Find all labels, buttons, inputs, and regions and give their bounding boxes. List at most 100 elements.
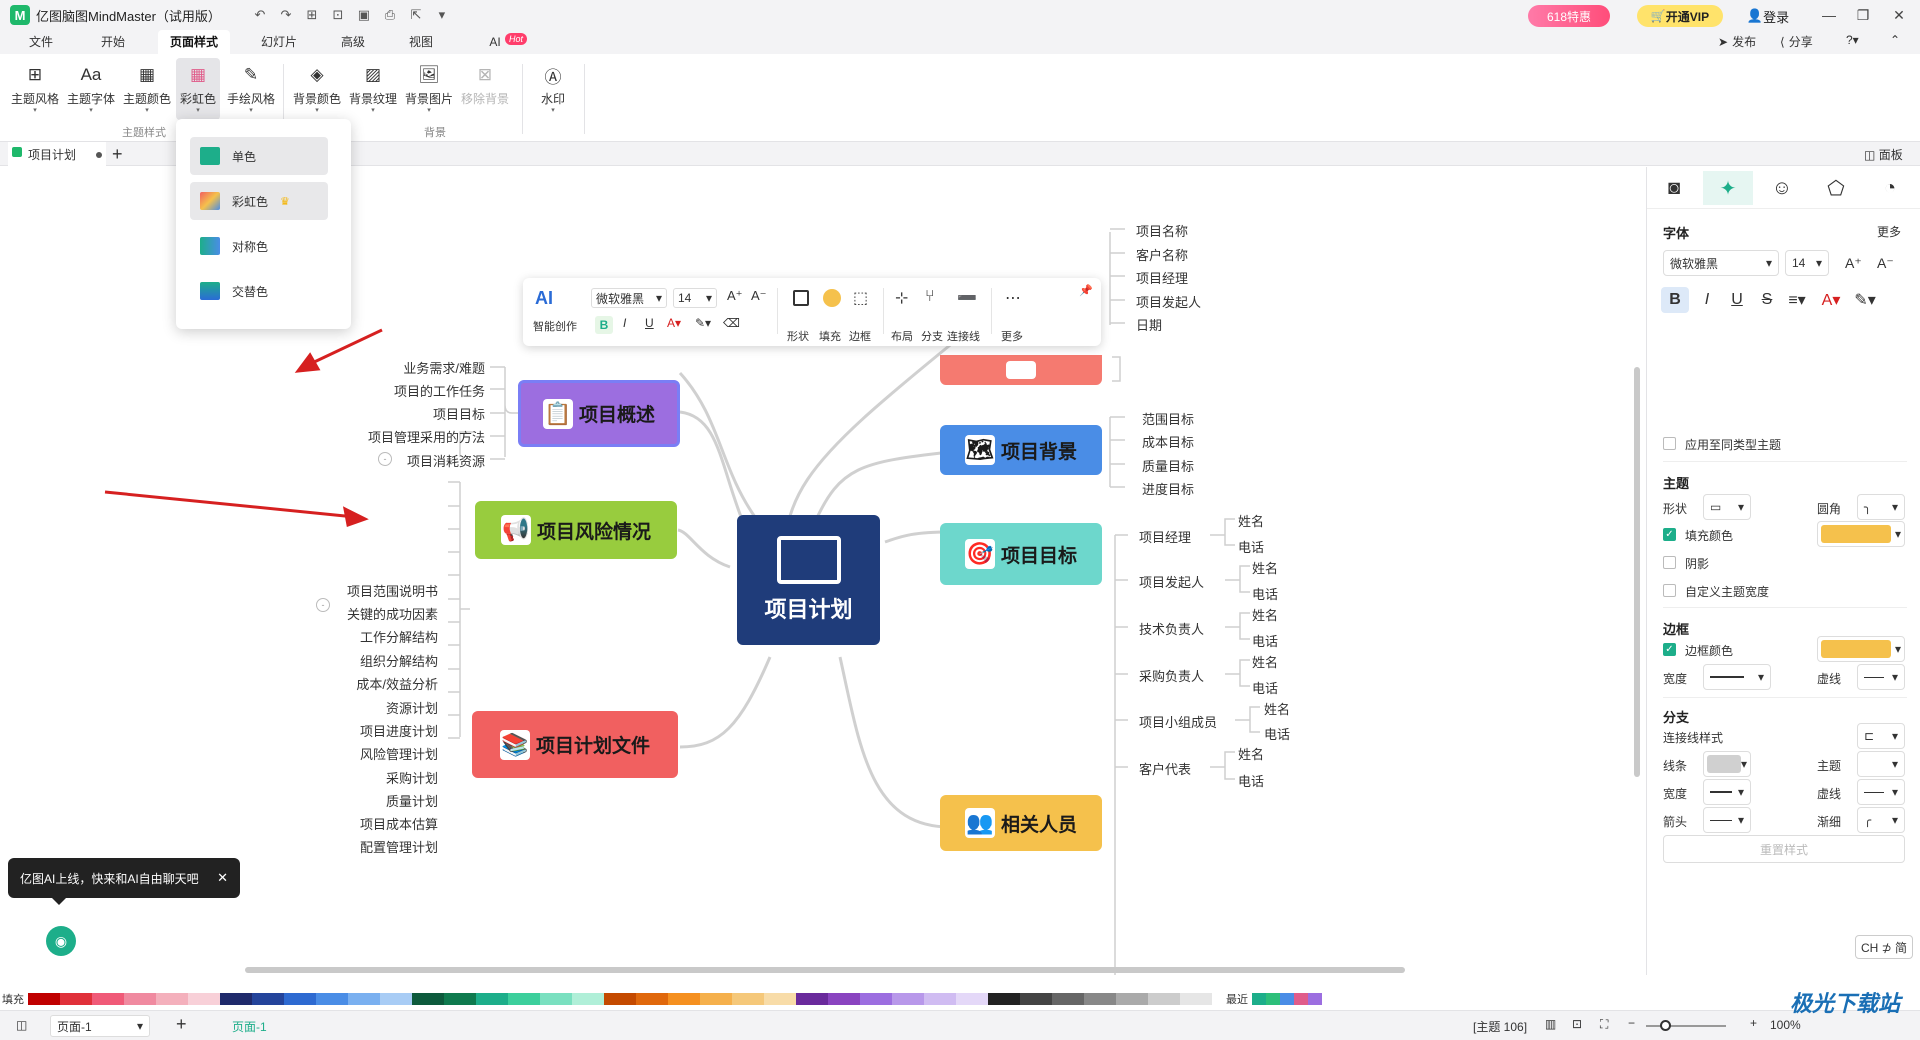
leaf-phone[interactable]: 电话 xyxy=(1252,631,1278,650)
tab-view[interactable]: 视图 xyxy=(398,30,444,54)
leaf-role-3[interactable]: 技术负责人 xyxy=(1139,619,1204,638)
history-tab-icon[interactable]: ◔ xyxy=(1865,171,1915,205)
color-swatch[interactable] xyxy=(460,993,476,1005)
topic-overview[interactable]: 📋 项目概述 xyxy=(518,380,680,447)
branch-width-select[interactable]: ▾ xyxy=(1703,779,1751,805)
border-color-checkbox[interactable]: ✓ xyxy=(1663,643,1676,656)
shape-icon[interactable] xyxy=(793,290,809,306)
rainbow-color-button[interactable]: ▦ 彩虹色 ▾ xyxy=(176,58,220,120)
line-color-select[interactable]: ▾ xyxy=(1703,751,1751,777)
leaf-overview-5[interactable]: 项目消耗资源 xyxy=(407,451,485,470)
leaf-name[interactable]: 姓名 xyxy=(1252,652,1278,671)
border-color-picker[interactable]: ▾ xyxy=(1817,636,1905,662)
topic-people[interactable]: 👥 相关人员 xyxy=(940,795,1102,851)
color-swatch[interactable] xyxy=(716,993,732,1005)
panel-size-select[interactable]: 14 ▾ xyxy=(1785,250,1829,276)
leaf-plan-6[interactable]: 资源计划 xyxy=(386,698,438,717)
color-swatch[interactable] xyxy=(732,993,748,1005)
save-icon[interactable]: ▣ xyxy=(355,6,373,24)
more-icon[interactable]: ⋯ xyxy=(1005,288,1021,308)
color-swatch[interactable] xyxy=(28,993,44,1005)
new-file-icon[interactable]: ⊞ xyxy=(303,6,321,24)
page-select[interactable]: 页面-1 ▾ xyxy=(50,1015,150,1037)
tab-file[interactable]: 文件 xyxy=(18,30,64,54)
leaf-role-5[interactable]: 项目小组成员 xyxy=(1139,712,1217,731)
theme-font-button[interactable]: Aa 主题字体 ▾ xyxy=(66,58,116,120)
tab-slides[interactable]: 幻灯片 xyxy=(254,30,304,54)
menu-item-single-color[interactable]: 单色 xyxy=(190,137,328,175)
color-swatch[interactable] xyxy=(844,993,860,1005)
leaf-info-4[interactable]: 项目发起人 xyxy=(1136,292,1201,311)
input-method-button[interactable]: CH ⊅ 简 xyxy=(1855,935,1913,959)
color-swatch[interactable] xyxy=(124,993,140,1005)
color-swatch[interactable] xyxy=(476,993,492,1005)
color-swatch[interactable] xyxy=(380,993,396,1005)
color-swatch[interactable] xyxy=(924,993,940,1005)
branch-theme-select[interactable]: ▾ xyxy=(1857,751,1905,777)
color-swatch[interactable] xyxy=(652,993,668,1005)
panel-highlight-icon[interactable]: ✎▾ xyxy=(1851,287,1879,313)
topic-goals[interactable]: 🎯 项目目标 xyxy=(940,523,1102,585)
shape-select[interactable]: ▭ ▾ xyxy=(1703,494,1751,520)
line-style-select[interactable]: ⊏ ▾ xyxy=(1857,723,1905,749)
leaf-plan-3[interactable]: 工作分解结构 xyxy=(360,627,438,646)
bg-image-button[interactable]: 🖼 背景图片 ▾ xyxy=(404,58,454,120)
color-swatch[interactable] xyxy=(876,993,892,1005)
topic-background[interactable]: 🗺 项目背景 xyxy=(940,425,1102,475)
zoom-slider[interactable] xyxy=(1646,1025,1726,1027)
central-topic[interactable]: 项目计划 xyxy=(737,515,880,645)
bg-color-button[interactable]: ◈ 背景颜色 ▾ xyxy=(292,58,342,120)
leaf-goal-4[interactable]: 进度目标 xyxy=(1142,479,1194,498)
color-swatch[interactable] xyxy=(972,993,988,1005)
color-swatch[interactable] xyxy=(140,993,156,1005)
leaf-goal-1[interactable]: 范围目标 xyxy=(1142,409,1194,428)
more-link[interactable]: 更多 xyxy=(1877,223,1901,240)
panel-italic-icon[interactable]: I xyxy=(1693,287,1721,313)
help-button[interactable]: ?▾ xyxy=(1846,33,1859,47)
color-swatch[interactable] xyxy=(444,993,460,1005)
zoom-out-icon[interactable]: − xyxy=(1628,1016,1635,1030)
print-icon[interactable]: ⎙ xyxy=(381,6,399,24)
color-swatch[interactable] xyxy=(700,993,716,1005)
color-swatch[interactable] xyxy=(828,993,844,1005)
sparkle-tab-icon[interactable]: ✦ xyxy=(1703,171,1753,205)
undo-icon[interactable]: ↶ xyxy=(251,6,269,24)
color-swatch[interactable] xyxy=(764,993,780,1005)
color-swatch[interactable] xyxy=(796,993,812,1005)
sidebar-toggle-icon[interactable]: ◫ xyxy=(16,1018,27,1032)
leaf-phone[interactable]: 电话 xyxy=(1252,584,1278,603)
leaf-info-3[interactable]: 项目经理 xyxy=(1136,268,1188,287)
color-swatch[interactable] xyxy=(1148,993,1164,1005)
taper-select[interactable]: ╭ ▾ xyxy=(1857,807,1905,833)
panel-underline-icon[interactable]: U xyxy=(1723,287,1751,313)
fullscreen-icon[interactable]: ⛶ xyxy=(1600,1017,1608,1032)
color-swatch[interactable] xyxy=(1052,993,1068,1005)
font-color-icon[interactable]: A▾ xyxy=(667,316,681,330)
maximize-button[interactable]: ❐ xyxy=(1848,4,1878,26)
color-swatch[interactable] xyxy=(1004,993,1020,1005)
vip-button[interactable]: 🛒 开通VIP xyxy=(1637,5,1723,27)
color-swatch[interactable] xyxy=(620,993,636,1005)
leaf-plan-2[interactable]: 关键的成功因素 xyxy=(347,604,438,623)
color-swatch[interactable] xyxy=(428,993,444,1005)
collapse-icon[interactable]: - xyxy=(316,598,330,612)
leaf-role-6[interactable]: 客户代表 xyxy=(1139,759,1191,778)
leaf-name[interactable]: 姓名 xyxy=(1252,605,1278,624)
fit-page-icon[interactable]: ⊡ xyxy=(1572,1017,1582,1031)
leaf-overview-2[interactable]: 项目的工作任务 xyxy=(394,381,485,400)
color-swatch[interactable] xyxy=(636,993,652,1005)
topic-plan-docs[interactable]: 📚 项目计划文件 xyxy=(472,711,678,778)
leaf-plan-8[interactable]: 风险管理计划 xyxy=(360,744,438,763)
style-tab-icon[interactable]: ◙ xyxy=(1649,171,1699,205)
panel-font-color-icon[interactable]: A▾ xyxy=(1817,287,1845,313)
doc-tab-project-plan[interactable]: 项目计划 xyxy=(8,142,106,166)
layout-icon[interactable]: ⊹ xyxy=(895,288,908,308)
color-swatch[interactable] xyxy=(172,993,188,1005)
color-swatch[interactable] xyxy=(572,993,588,1005)
border-width-select[interactable]: ▾ xyxy=(1703,664,1771,690)
color-swatch[interactable] xyxy=(908,993,924,1005)
close-icon[interactable]: ✕ xyxy=(217,870,228,886)
minimize-button[interactable]: — xyxy=(1814,4,1844,26)
color-swatch[interactable] xyxy=(268,993,284,1005)
leaf-name[interactable]: 姓名 xyxy=(1238,744,1264,763)
